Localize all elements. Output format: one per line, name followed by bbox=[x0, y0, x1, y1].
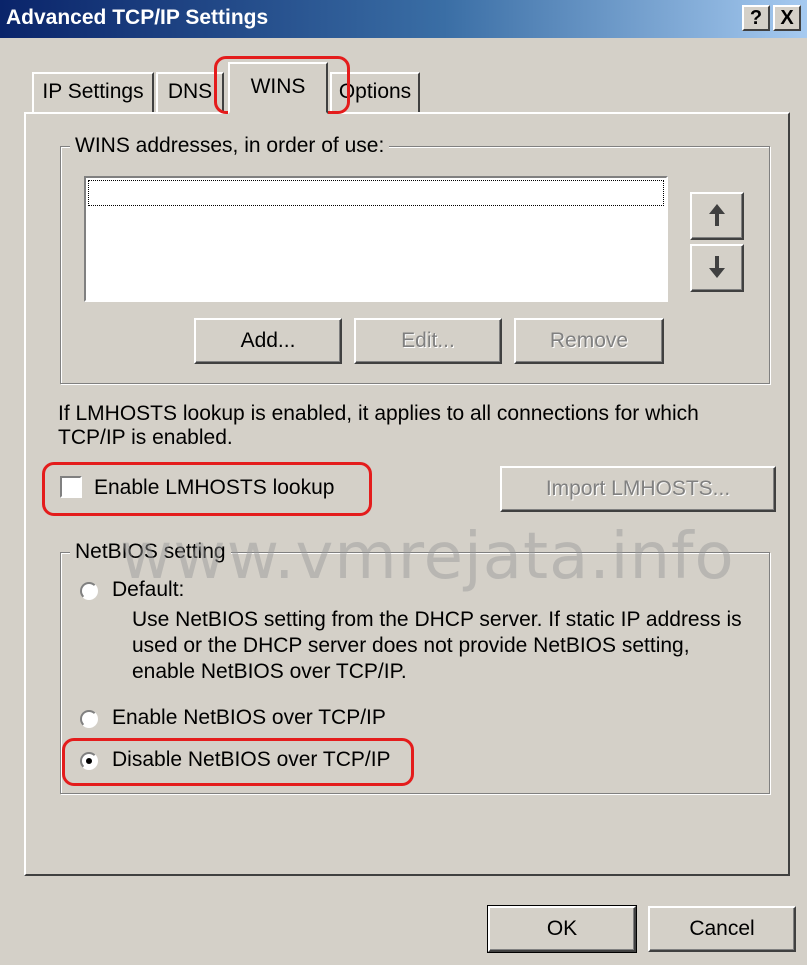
lmhosts-highlight bbox=[42, 462, 372, 516]
lmhosts-info-line1: If LMHOSTS lookup is enabled, it applies… bbox=[58, 402, 699, 425]
title-bar[interactable]: Advanced TCP/IP Settings ? X bbox=[0, 0, 807, 38]
disable-netbios-highlight bbox=[62, 738, 414, 786]
netbios-default-desc-line1: Use NetBIOS setting from the DHCP server… bbox=[132, 608, 742, 631]
help-button[interactable]: ? bbox=[742, 5, 770, 31]
remove-button[interactable]: Remove bbox=[514, 318, 664, 364]
up-arrow-icon bbox=[709, 204, 725, 226]
move-up-button[interactable] bbox=[690, 192, 744, 240]
cancel-button[interactable]: Cancel bbox=[648, 906, 796, 952]
import-lmhosts-button[interactable]: Import LMHOSTS... bbox=[500, 466, 776, 512]
move-down-button[interactable] bbox=[690, 244, 744, 292]
tab-wins[interactable]: WINS bbox=[228, 62, 328, 114]
tab-ip-settings[interactable]: IP Settings bbox=[32, 72, 154, 112]
watermark-text: www.vmrejata.info bbox=[120, 520, 735, 594]
lmhosts-info-line2: TCP/IP is enabled. bbox=[58, 426, 233, 449]
tab-label: IP Settings bbox=[42, 80, 144, 103]
list-focus-row bbox=[88, 180, 664, 206]
tab-label: DNS bbox=[167, 80, 213, 103]
close-button[interactable]: X bbox=[773, 5, 801, 31]
edit-button[interactable]: Edit... bbox=[354, 318, 502, 364]
netbios-default-radio[interactable] bbox=[80, 582, 98, 600]
down-arrow-icon bbox=[709, 256, 725, 278]
netbios-default-desc-line2: used or the DHCP server does not provide… bbox=[132, 634, 690, 657]
enable-netbios-radio[interactable] bbox=[80, 710, 98, 728]
enable-netbios-label[interactable]: Enable NetBIOS over TCP/IP bbox=[112, 706, 386, 730]
ok-button[interactable]: OK bbox=[487, 905, 637, 953]
tab-label: WINS bbox=[250, 75, 306, 98]
add-button[interactable]: Add... bbox=[194, 318, 342, 364]
wins-addresses-list[interactable] bbox=[84, 176, 668, 302]
advanced-tcpip-dialog: Advanced TCP/IP Settings ? X IP Settings… bbox=[0, 0, 807, 965]
netbios-default-desc-line3: enable NetBIOS over TCP/IP. bbox=[132, 660, 407, 683]
wins-addresses-group-label: WINS addresses, in order of use: bbox=[70, 134, 390, 158]
window-title: Advanced TCP/IP Settings bbox=[6, 6, 269, 29]
